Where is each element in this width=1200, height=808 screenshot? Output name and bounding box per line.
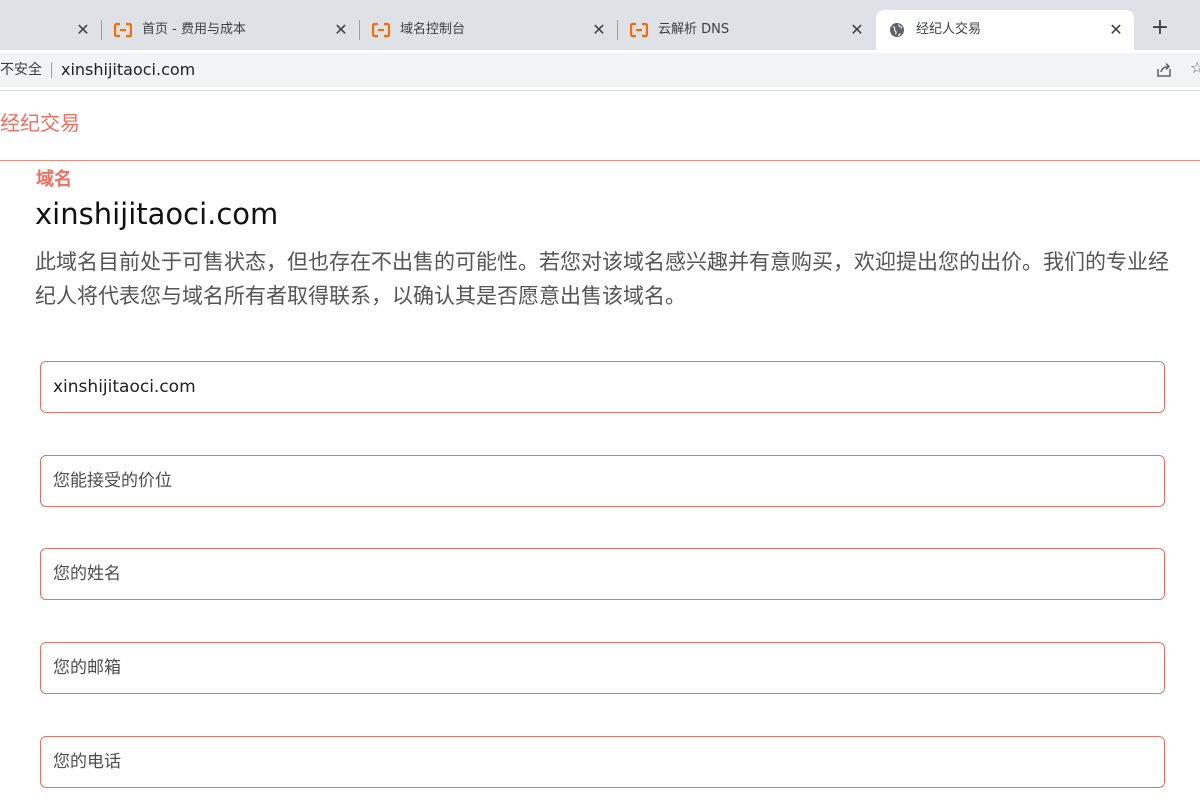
tab-title: 域名控制台	[400, 22, 466, 37]
tab-close-icon[interactable]: ✕	[332, 21, 350, 39]
tab-title: 云解析 DNS	[658, 22, 730, 37]
new-tab-button[interactable]: +	[1148, 16, 1172, 40]
bookmark-star-icon[interactable]: ☆	[1190, 60, 1200, 78]
tab-title: 经纪人交易	[916, 22, 982, 37]
tab-billing[interactable]: 首页 - 费用与成本 ✕	[102, 10, 360, 50]
tab-title: 首页 - 费用与成本	[142, 22, 246, 37]
phone-input[interactable]	[40, 736, 1165, 788]
tab-broker-trade[interactable]: 经纪人交易 ✕	[876, 10, 1134, 50]
tab-domain-console[interactable]: 域名控制台 ✕	[360, 10, 618, 50]
share-icon[interactable]	[1155, 61, 1173, 79]
sale-description: 此域名目前处于可售状态，但也存在不出售的可能性。若您对该域名感兴趣并有意购买，欢…	[35, 250, 1169, 308]
tab-close-icon[interactable]: ✕	[590, 21, 608, 39]
tab-close-icon[interactable]: ✕	[848, 21, 866, 39]
email-input[interactable]	[40, 642, 1165, 694]
tab-close-icon[interactable]: ✕	[74, 21, 92, 39]
address-separator	[51, 62, 52, 78]
globe-icon	[890, 23, 904, 37]
section-label: 域名	[36, 169, 72, 190]
site-header: 经纪交易	[0, 91, 1200, 161]
tab-blank[interactable]: ✕	[0, 10, 102, 50]
tab-cloud-dns[interactable]: 云解析 DNS ✕	[618, 10, 876, 50]
tab-close-icon[interactable]: ✕	[1107, 21, 1125, 39]
site-logo[interactable]: 经纪交易	[0, 111, 80, 135]
price-input[interactable]	[40, 455, 1165, 507]
domain-title: xinshijitaoci.com	[35, 197, 279, 231]
domain-input[interactable]	[40, 361, 1165, 413]
security-indicator[interactable]: 不安全	[0, 61, 42, 79]
tab-strip: ✕ 首页 - 费用与成本 ✕ 域名控制台 ✕ 云解析 DNS ✕ 经纪人交易 ✕…	[0, 0, 1200, 50]
aliyun-logo-icon	[372, 22, 390, 38]
url-text[interactable]: xinshijitaoci.com	[61, 60, 195, 80]
name-input[interactable]	[40, 548, 1165, 600]
aliyun-logo-icon	[114, 22, 132, 38]
aliyun-logo-icon	[630, 22, 648, 38]
